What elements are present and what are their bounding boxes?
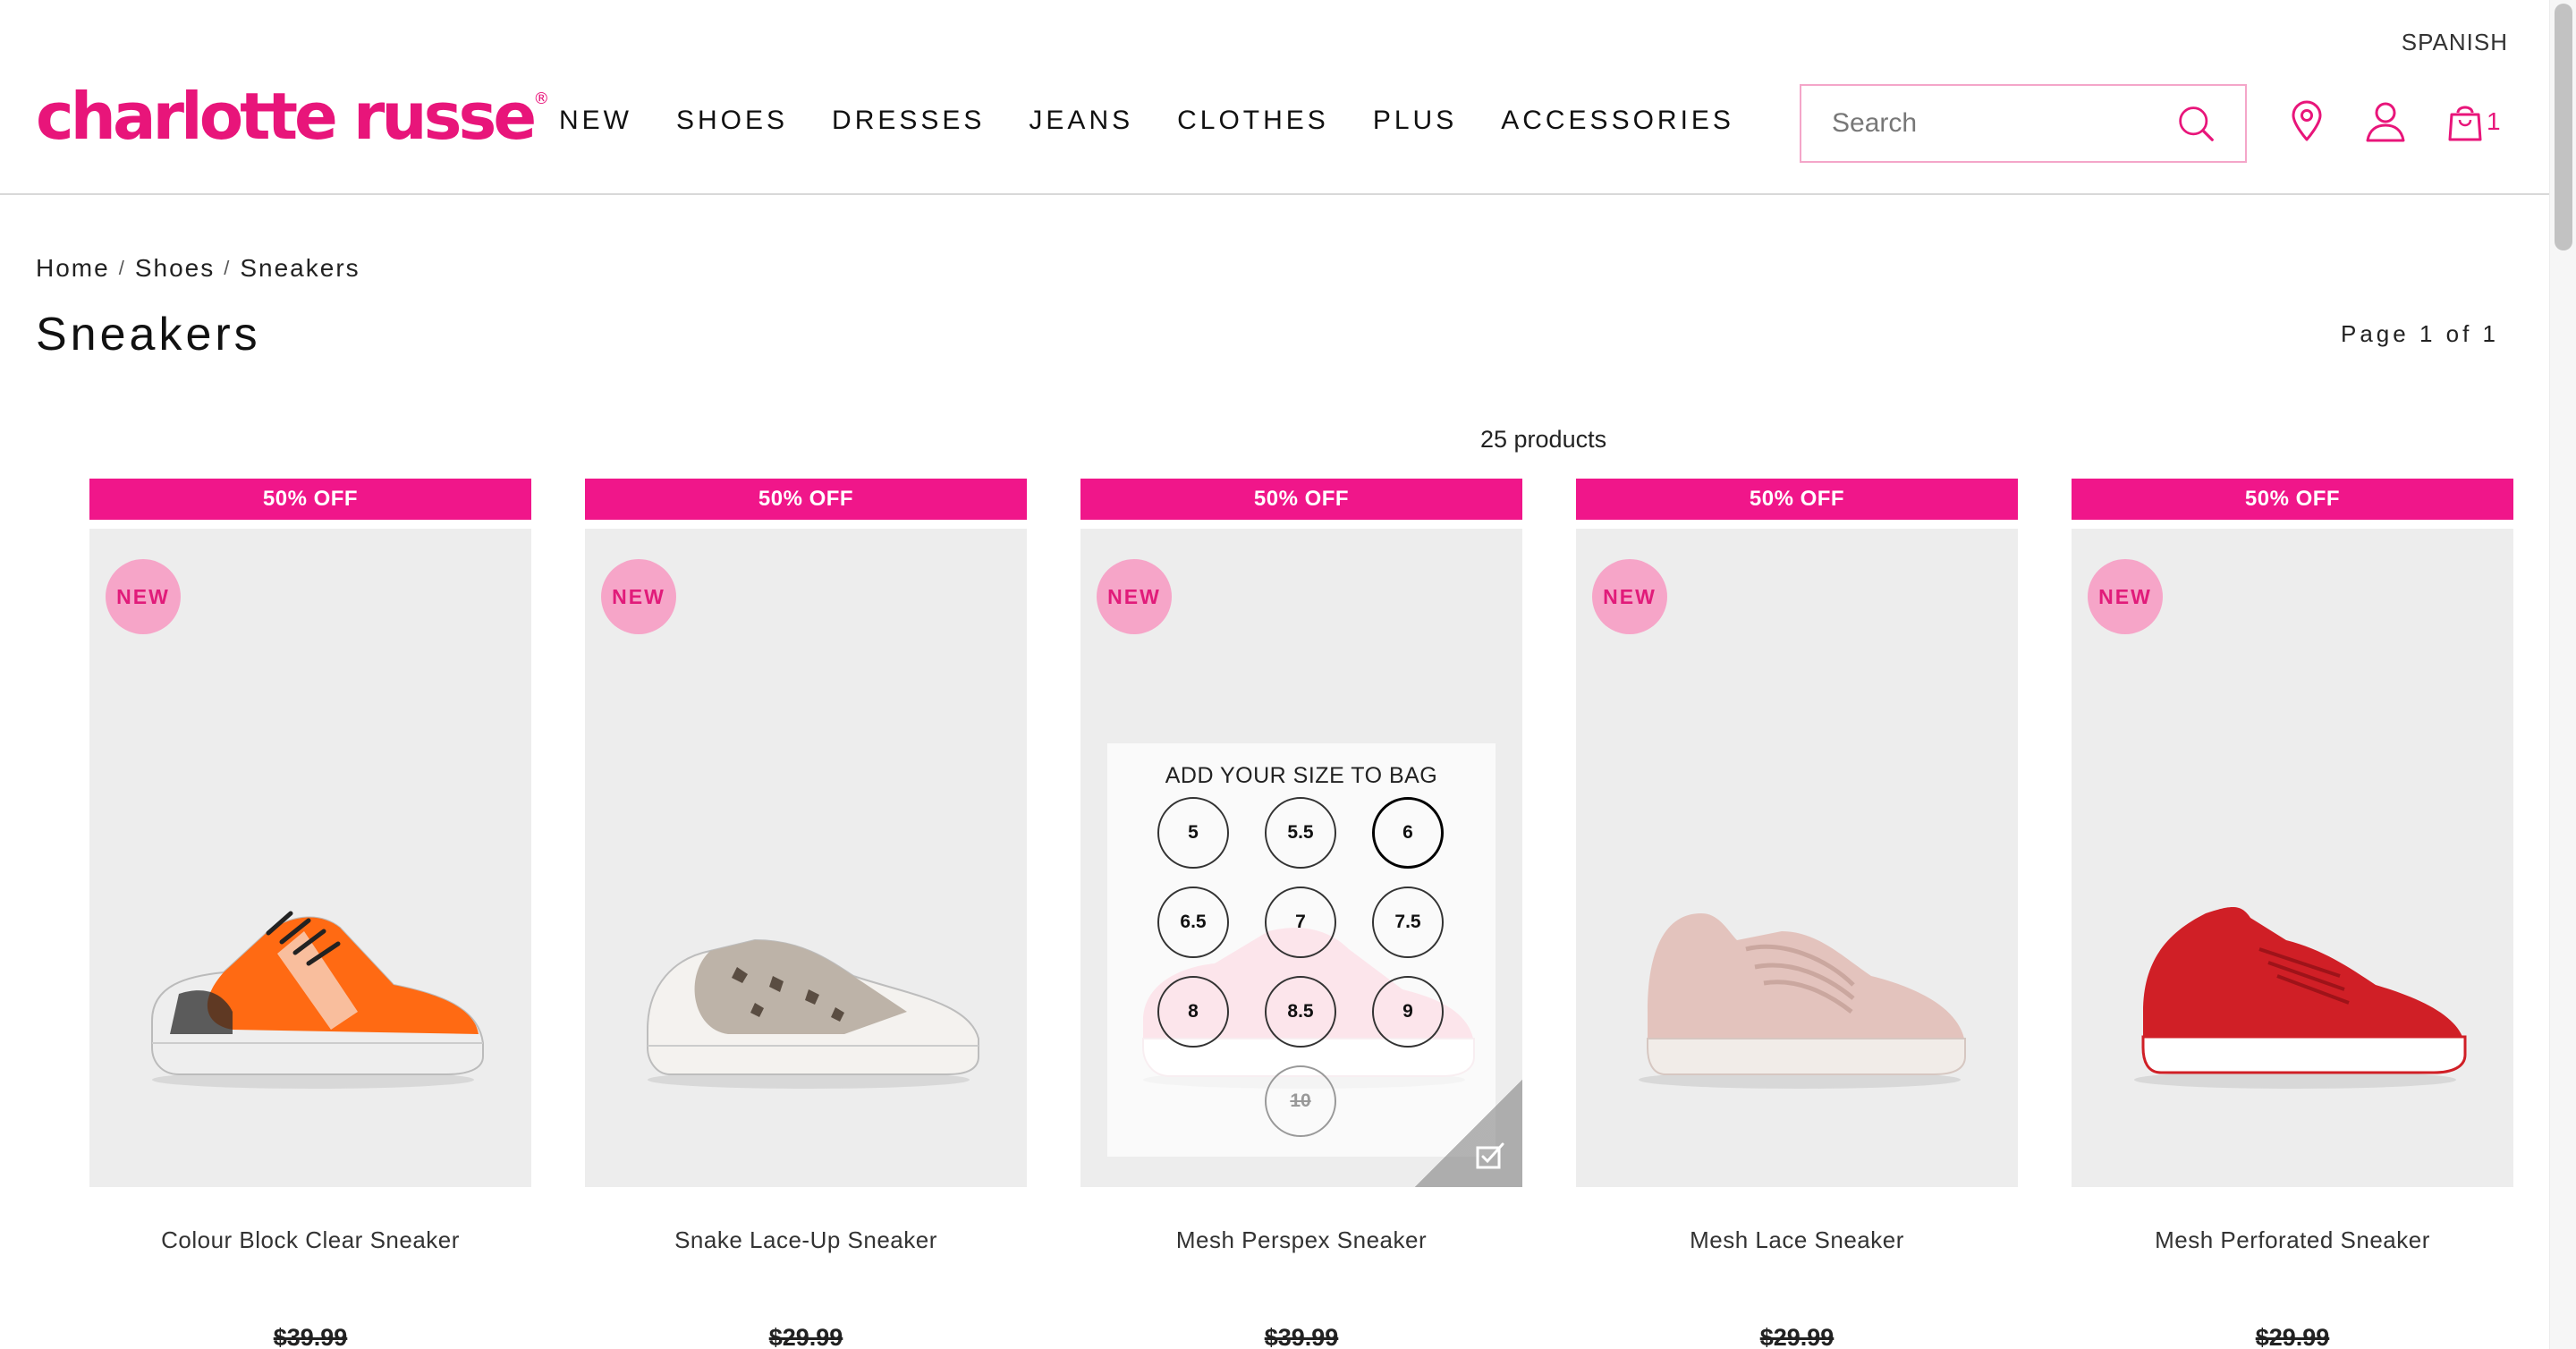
nav-dresses[interactable]: DRESSES: [832, 106, 985, 136]
nav-plus[interactable]: PLUS: [1373, 106, 1457, 136]
product-price-original: $29.99: [2255, 1324, 2330, 1349]
product-price-original: $29.99: [768, 1324, 843, 1349]
nav-new[interactable]: NEW: [559, 106, 632, 136]
main-nav: NEW SHOES DRESSES JEANS CLOTHES PLUS ACC…: [559, 106, 1778, 136]
size-option-10-unavailable: 10: [1265, 1065, 1336, 1137]
sneaker-image: [647, 938, 979, 1089]
product-price-original: $29.99: [1759, 1324, 1835, 1349]
search-icon[interactable]: [2177, 103, 2215, 144]
new-badge: NEW: [1097, 559, 1172, 634]
product-name[interactable]: Mesh Lace Sneaker: [1576, 1226, 2018, 1254]
promo-banner: 50% OFF: [89, 479, 531, 520]
product-name[interactable]: Mesh Perspex Sneaker: [1080, 1226, 1522, 1254]
product-image[interactable]: NEW: [2072, 529, 2513, 1187]
product-image[interactable]: NEW: [89, 529, 531, 1187]
nav-jeans[interactable]: JEANS: [1029, 106, 1133, 136]
size-option-8-5[interactable]: 8.5: [1265, 976, 1336, 1048]
product-card[interactable]: 50% OFF NEW Snake Lace-Up Sneaker $29.99: [585, 479, 1027, 1349]
promo-banner: 50% OFF: [1080, 479, 1522, 520]
product-name[interactable]: Snake Lace-Up Sneaker: [585, 1226, 1027, 1254]
product-image[interactable]: NEW: [585, 529, 1027, 1187]
product-image[interactable]: NEW ADD YOUR SIZE TO BAG 5 5.5 6 6.5 7 7…: [1080, 529, 1522, 1187]
pagination-info: Page 1 of 1: [2341, 320, 2499, 347]
nav-accessories[interactable]: ACCESSORIES: [1501, 106, 1734, 136]
breadcrumb-separator: /: [118, 257, 126, 279]
product-price-original: $39.99: [1264, 1324, 1339, 1349]
promo-banner: 50% OFF: [585, 479, 1027, 520]
shopping-bag-icon[interactable]: [2447, 100, 2483, 143]
new-badge: NEW: [2088, 559, 2163, 634]
size-option-8[interactable]: 8: [1157, 976, 1229, 1048]
scrollbar-thumb[interactable]: [2555, 4, 2572, 250]
promo-banner: 50% OFF: [1576, 479, 2018, 520]
new-badge: NEW: [106, 559, 181, 634]
product-card[interactable]: 50% OFF NEW Colour Block Clear Sneaker $…: [89, 479, 531, 1349]
size-option-5[interactable]: 5: [1157, 797, 1229, 869]
product-card[interactable]: 50% OFF NEW ADD YOUR SIZE TO BAG 5 5.5 6…: [1080, 479, 1522, 1349]
search-box: [1800, 84, 2247, 163]
registered-mark: ®: [533, 89, 550, 108]
size-option-5-5[interactable]: 5.5: [1265, 797, 1336, 869]
breadcrumb: Home / Shoes / Sneakers: [36, 254, 360, 283]
product-name[interactable]: Mesh Perforated Sneaker: [2072, 1226, 2513, 1254]
location-pin-icon[interactable]: [2286, 100, 2327, 143]
bag-count: 1: [2487, 107, 2501, 135]
product-name[interactable]: Colour Block Clear Sneaker: [89, 1226, 531, 1254]
user-icon[interactable]: [2365, 100, 2406, 143]
page-title: Sneakers: [36, 309, 261, 361]
size-panel-heading: ADD YOUR SIZE TO BAG: [1165, 763, 1438, 788]
size-option-9[interactable]: 9: [1372, 976, 1444, 1048]
breadcrumb-separator: /: [224, 257, 232, 279]
charlotte-russe-logo[interactable]: charlotte russe®: [36, 84, 549, 148]
breadcrumb-shoes[interactable]: Shoes: [135, 254, 215, 283]
sneaker-image: [151, 911, 484, 1089]
product-count: 25 products: [1480, 426, 1607, 453]
breadcrumb-current: Sneakers: [240, 254, 360, 282]
page-scrollbar[interactable]: [2549, 0, 2576, 1349]
product-image[interactable]: NEW: [1576, 529, 2018, 1187]
size-grid: 5 5.5 6 6.5 7 7.5 8 8.5 9 10: [1157, 797, 1447, 1137]
logo-text: charlotte russe: [36, 79, 537, 154]
search-input[interactable]: [1801, 86, 2177, 161]
quick-add-corner[interactable]: [1415, 1080, 1522, 1187]
size-option-6-selected[interactable]: 6: [1372, 797, 1444, 869]
nav-clothes[interactable]: CLOTHES: [1177, 106, 1329, 136]
size-option-7-5[interactable]: 7.5: [1372, 887, 1444, 958]
language-link-spanish[interactable]: SPANISH: [2402, 29, 2508, 56]
new-badge: NEW: [601, 559, 676, 634]
nav-shoes[interactable]: SHOES: [676, 106, 788, 136]
add-to-bag-icon[interactable]: [1472, 1137, 1508, 1173]
sneaker-image: [2134, 907, 2467, 1089]
size-option-7[interactable]: 7: [1265, 887, 1336, 958]
product-card[interactable]: 50% OFF NEW Mesh Lace Sneaker $29.99: [1576, 479, 2018, 1349]
breadcrumb-home[interactable]: Home: [36, 254, 110, 283]
product-price-original: $39.99: [273, 1324, 348, 1349]
size-option-6-5[interactable]: 6.5: [1157, 887, 1229, 958]
product-card[interactable]: 50% OFF NEW Mesh Perforated Sneaker $29.…: [2072, 479, 2513, 1349]
header-divider: [0, 193, 2549, 195]
sneaker-image: [1639, 913, 1966, 1089]
new-badge: NEW: [1592, 559, 1667, 634]
promo-banner: 50% OFF: [2072, 479, 2513, 520]
